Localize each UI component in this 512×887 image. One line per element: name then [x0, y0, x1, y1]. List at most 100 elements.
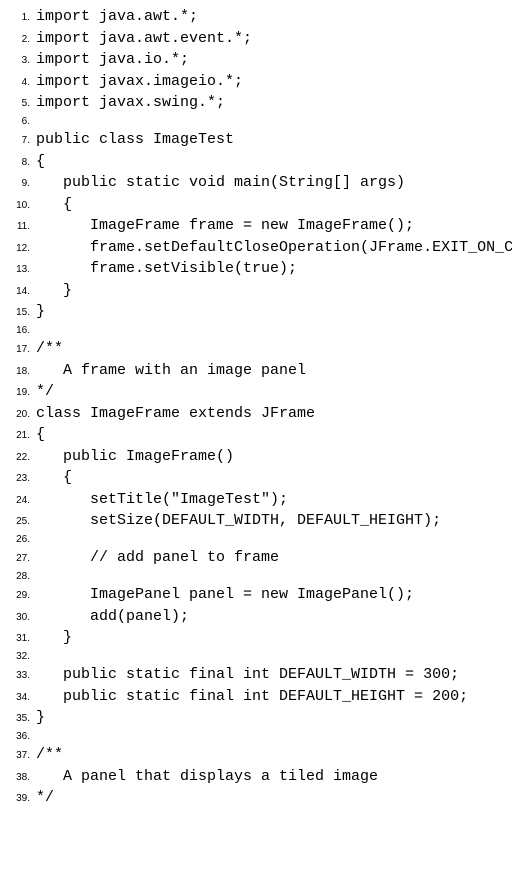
code-line: 24. setTitle("ImageTest"); — [4, 491, 508, 508]
line-number: 6. — [4, 116, 30, 127]
code-line: 37. /** — [4, 746, 508, 763]
code-line: 25. setSize(DEFAULT_WIDTH, DEFAULT_HEIGH… — [4, 512, 508, 529]
code-line: 36. — [4, 731, 508, 742]
line-number: 18. — [4, 366, 30, 377]
line-number: 17. — [4, 344, 30, 355]
code-text: frame.setVisible(true); — [36, 260, 297, 277]
code-listing: 1. import java.awt.*; 2.import java.awt.e… — [4, 8, 508, 806]
code-text: ImageFrame frame = new ImageFrame(); — [36, 217, 414, 234]
line-number: 19. — [4, 387, 30, 398]
code-line: 22. public ImageFrame() — [4, 448, 508, 465]
line-number: 26. — [4, 534, 30, 545]
line-number: 22. — [4, 452, 30, 463]
code-line: 12. frame.setDefaultCloseOperation(JFram… — [4, 239, 508, 256]
code-text: public static final int DEFAULT_HEIGHT =… — [36, 688, 468, 705]
line-number: 4. — [4, 77, 30, 88]
code-text: import javax.swing.*; — [36, 94, 225, 111]
code-line: 9. public static void main(String[] args… — [4, 174, 508, 191]
code-line: 7. public class ImageTest — [4, 131, 508, 148]
line-number: 28. — [4, 571, 30, 582]
code-line: 31. } — [4, 629, 508, 646]
code-text: setSize(DEFAULT_WIDTH, DEFAULT_HEIGHT); — [36, 512, 441, 529]
line-number: 37. — [4, 750, 30, 761]
code-line: 14. } — [4, 282, 508, 299]
code-text: } — [36, 303, 45, 320]
code-text: { — [36, 426, 45, 443]
code-text: */ — [36, 789, 54, 806]
code-line: 2.import java.awt.event.*; — [4, 30, 508, 47]
code-text: import java.awt.*; — [36, 8, 198, 25]
code-text: */ — [36, 383, 54, 400]
line-number: 38. — [4, 772, 30, 783]
code-line: 20. class ImageFrame extends JFrame — [4, 405, 508, 422]
code-line: 27. // add panel to frame — [4, 549, 508, 566]
code-text: add(panel); — [36, 608, 189, 625]
code-text: A frame with an image panel — [36, 362, 306, 379]
code-line: 30. add(panel); — [4, 608, 508, 625]
code-line: 39. */ — [4, 789, 508, 806]
line-number: 5. — [4, 98, 30, 109]
line-number: 12. — [4, 243, 30, 254]
code-text: /** — [36, 340, 63, 357]
line-number: 32. — [4, 651, 30, 662]
line-number: 13. — [4, 264, 30, 275]
code-line: 1. import java.awt.*; — [4, 8, 508, 25]
line-number: 24. — [4, 495, 30, 506]
code-line: 28. — [4, 571, 508, 582]
line-number: 36. — [4, 731, 30, 742]
line-number: 3. — [4, 55, 30, 66]
line-number: 39. — [4, 793, 30, 804]
line-number: 29. — [4, 590, 30, 601]
line-number: 7. — [4, 135, 30, 146]
code-line: 32. — [4, 651, 508, 662]
code-line: 38. A panel that displays a tiled image — [4, 768, 508, 785]
line-number: 34. — [4, 692, 30, 703]
code-line: 33. public static final int DEFAULT_WIDT… — [4, 666, 508, 683]
code-text: /** — [36, 746, 63, 763]
code-line: 17. /** — [4, 340, 508, 357]
code-line: 8. { — [4, 153, 508, 170]
line-number: 27. — [4, 553, 30, 564]
code-text: public class ImageTest — [36, 131, 234, 148]
code-text: { — [36, 153, 45, 170]
code-line: 6. — [4, 116, 508, 127]
code-text: } — [36, 629, 72, 646]
code-line: 16. — [4, 325, 508, 336]
code-text: public static void main(String[] args) — [36, 174, 405, 191]
code-line: 3. import java.io.*; — [4, 51, 508, 68]
code-text: public static final int DEFAULT_WIDTH = … — [36, 666, 459, 683]
code-text: frame.setDefaultCloseOperation(JFrame.EX… — [36, 239, 512, 256]
code-text: A panel that displays a tiled image — [36, 768, 378, 785]
code-text: import java.io.*; — [36, 51, 189, 68]
line-number: 33. — [4, 670, 30, 681]
code-line: 26. — [4, 534, 508, 545]
code-text: ImagePanel panel = new ImagePanel(); — [36, 586, 414, 603]
code-text: setTitle("ImageTest"); — [36, 491, 288, 508]
code-line: 18. A frame with an image panel — [4, 362, 508, 379]
line-number: 11. — [4, 221, 30, 232]
code-line: 15.} — [4, 303, 508, 320]
line-number: 21. — [4, 430, 30, 441]
code-text: } — [36, 282, 72, 299]
line-number: 1. — [4, 12, 30, 23]
code-line: 29. ImagePanel panel = new ImagePanel(); — [4, 586, 508, 603]
code-line: 35.} — [4, 709, 508, 726]
code-text: // add panel to frame — [36, 549, 279, 566]
code-text: import java.awt.event.*; — [36, 30, 252, 47]
line-number: 20. — [4, 409, 30, 420]
code-text: import javax.imageio.*; — [36, 73, 243, 90]
line-number: 31. — [4, 633, 30, 644]
code-text: public ImageFrame() — [36, 448, 234, 465]
line-number: 30. — [4, 612, 30, 623]
line-number: 35. — [4, 713, 30, 724]
line-number: 8. — [4, 157, 30, 168]
code-line: 4. import javax.imageio.*; — [4, 73, 508, 90]
line-number: 9. — [4, 178, 30, 189]
code-text: { — [36, 469, 72, 486]
code-line: 34. public static final int DEFAULT_HEIG… — [4, 688, 508, 705]
code-line: 21. { — [4, 426, 508, 443]
code-text: class ImageFrame extends JFrame — [36, 405, 315, 422]
line-number: 10. — [4, 200, 30, 211]
code-line: 19. */ — [4, 383, 508, 400]
code-line: 5. import javax.swing.*; — [4, 94, 508, 111]
